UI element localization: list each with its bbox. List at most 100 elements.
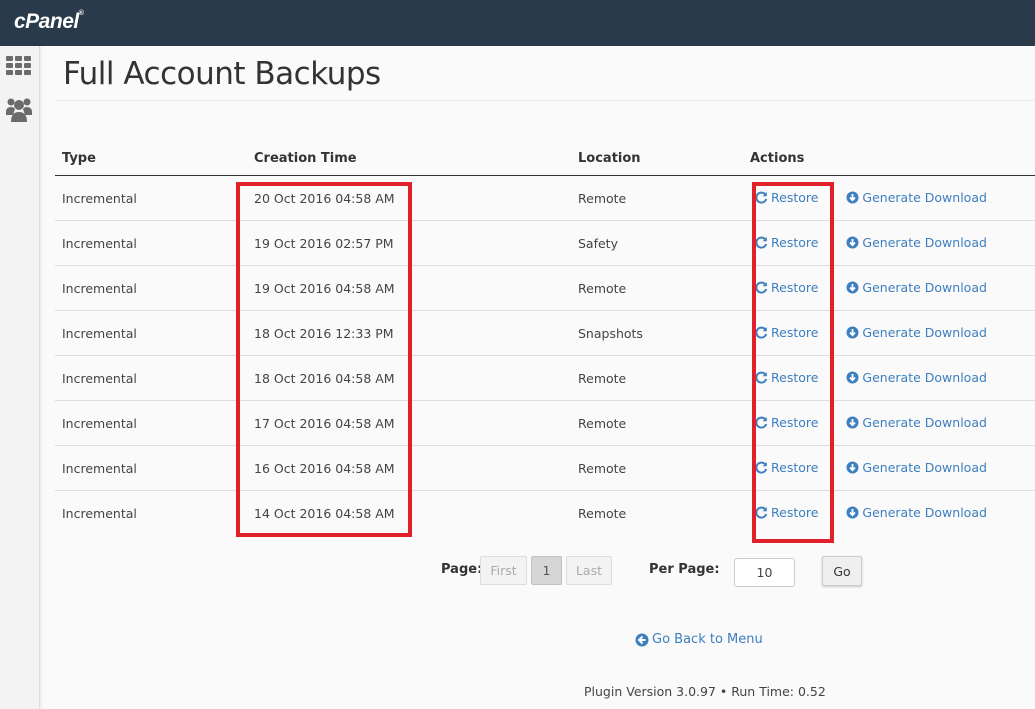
table-row: Incremental 16 Oct 2016 04:58 AM Remote …	[55, 445, 1035, 491]
restore-label: Restore	[771, 234, 819, 250]
cell-actions: Restore Generate Download	[743, 175, 1035, 221]
header-location[interactable]: Location	[571, 145, 743, 176]
generate-download-link[interactable]: Generate Download	[846, 460, 987, 475]
generate-download-link[interactable]: Generate Download	[846, 325, 987, 340]
cell-type: Incremental	[62, 505, 137, 521]
table-row: Incremental 18 Oct 2016 04:58 AM Remote …	[55, 355, 1035, 401]
refresh-icon	[755, 281, 768, 294]
users-icon[interactable]	[5, 96, 33, 124]
header-creation-time[interactable]: Creation Time	[247, 145, 571, 176]
restore-link[interactable]: Restore	[755, 415, 818, 430]
page-label: Page:	[441, 562, 483, 577]
restore-label: Restore	[771, 369, 819, 385]
cell-creation-time: 14 Oct 2016 04:58 AM	[254, 505, 395, 521]
cell-creation-time: 19 Oct 2016 02:57 PM	[247, 220, 571, 266]
cell-type: Incremental	[55, 400, 247, 446]
cell-location: Safety	[571, 220, 743, 266]
refresh-icon	[755, 371, 768, 384]
restore-label: Restore	[771, 459, 819, 475]
table-row: Incremental 14 Oct 2016 04:58 AM Remote …	[55, 491, 1035, 536]
generate-download-link[interactable]: Generate Download	[846, 280, 987, 295]
cell-creation-time: 18 Oct 2016 12:33 PM	[247, 310, 571, 356]
cell-actions: Restore Generate Download	[743, 491, 1035, 536]
cell-type: Incremental	[55, 310, 247, 356]
restore-link[interactable]: Restore	[755, 460, 818, 475]
cell-creation-time: 20 Oct 2016 04:58 AM	[247, 175, 571, 221]
go-back-to-menu-link[interactable]: Go Back to Menu	[635, 632, 763, 647]
cell-type: Incremental	[55, 220, 247, 266]
restore-label: Restore	[771, 324, 819, 340]
table-row: Incremental 18 Oct 2016 12:33 PM Snapsho…	[55, 310, 1035, 356]
restore-link[interactable]: Restore	[755, 190, 818, 205]
arrow-circle-left-icon	[635, 633, 649, 646]
download-circle-icon	[846, 236, 859, 248]
table-row: Incremental 19 Oct 2016 04:58 AM Remote …	[55, 265, 1035, 311]
brand-name: cPanel	[14, 10, 79, 33]
restore-link[interactable]: Restore	[755, 505, 818, 520]
restore-label: Restore	[771, 414, 819, 430]
per-page-input[interactable]	[734, 558, 795, 587]
cell-type: Incremental	[55, 355, 247, 401]
download-circle-icon	[846, 191, 859, 203]
generate-download-label: Generate Download	[862, 414, 987, 430]
generate-download-label: Generate Download	[862, 369, 987, 385]
restore-label: Restore	[771, 279, 819, 295]
generate-download-link[interactable]: Generate Download	[846, 415, 987, 430]
cell-type: Incremental	[55, 265, 247, 311]
cell-actions: Restore Generate Download	[743, 310, 1035, 356]
cell-location: Remote	[571, 400, 743, 446]
footer-version: Plugin Version 3.0.97 • Run Time: 0.52	[584, 684, 826, 699]
cell-creation-time: 19 Oct 2016 04:58 AM	[247, 265, 571, 311]
table-row: Incremental 20 Oct 2016 04:58 AM Remote …	[55, 175, 1035, 221]
header-type[interactable]: Type	[55, 145, 247, 176]
generate-download-link[interactable]: Generate Download	[846, 370, 987, 385]
pagination: Page: First 1 Last Per Page: Go	[0, 556, 1035, 587]
restore-label: Restore	[771, 504, 819, 520]
cell-actions: Restore Generate Download	[743, 400, 1035, 446]
grid-icon[interactable]	[5, 54, 33, 82]
refresh-icon	[755, 191, 768, 204]
cell-actions: Restore Generate Download	[743, 445, 1035, 491]
first-page-button[interactable]: First	[480, 556, 527, 585]
download-circle-icon	[846, 506, 859, 519]
cell-creation-time: 17 Oct 2016 04:58 AM	[247, 400, 571, 446]
cell-creation-time: 16 Oct 2016 04:58 AM	[247, 445, 571, 491]
go-back-label: Go Back to Menu	[652, 632, 763, 647]
current-page-button[interactable]: 1	[531, 556, 562, 585]
generate-download-link[interactable]: Generate Download	[846, 190, 987, 205]
table-row: Incremental 17 Oct 2016 04:58 AM Remote …	[55, 400, 1035, 446]
restore-link[interactable]: Restore	[755, 235, 818, 250]
cell-actions: Restore Generate Download	[743, 265, 1035, 311]
generate-download-label: Generate Download	[862, 459, 987, 475]
backups-table: Type Creation Time Location Actions Incr…	[55, 145, 1035, 536]
cell-actions: Restore Generate Download	[743, 355, 1035, 401]
go-button[interactable]: Go	[822, 556, 862, 586]
refresh-icon	[755, 506, 768, 519]
restore-link[interactable]: Restore	[755, 280, 818, 295]
cell-actions: Restore Generate Download	[743, 220, 1035, 266]
cpanel-logo[interactable]: cPanel®	[14, 10, 84, 34]
download-circle-icon	[846, 371, 859, 383]
sidebar	[0, 46, 40, 709]
restore-link[interactable]: Restore	[755, 370, 818, 385]
generate-download-label: Generate Download	[862, 279, 987, 295]
refresh-icon	[755, 461, 768, 474]
generate-download-label: Generate Download	[862, 189, 987, 205]
cell-type: Incremental	[55, 175, 247, 221]
refresh-icon	[755, 236, 768, 249]
restore-label: Restore	[771, 189, 819, 205]
top-bar: cPanel®	[0, 0, 1035, 46]
cell-location: Remote	[571, 265, 743, 311]
cell-location: Remote	[571, 445, 743, 491]
title-divider	[55, 100, 1035, 101]
download-circle-icon	[846, 326, 859, 338]
download-circle-icon	[846, 461, 859, 473]
last-page-button[interactable]: Last	[566, 556, 612, 585]
restore-link[interactable]: Restore	[755, 325, 818, 340]
refresh-icon	[755, 416, 768, 429]
generate-download-label: Generate Download	[862, 504, 987, 520]
header-actions: Actions	[743, 145, 1035, 176]
generate-download-link[interactable]: Generate Download	[846, 235, 987, 250]
generate-download-label: Generate Download	[862, 234, 987, 250]
generate-download-link[interactable]: Generate Download	[846, 505, 987, 520]
